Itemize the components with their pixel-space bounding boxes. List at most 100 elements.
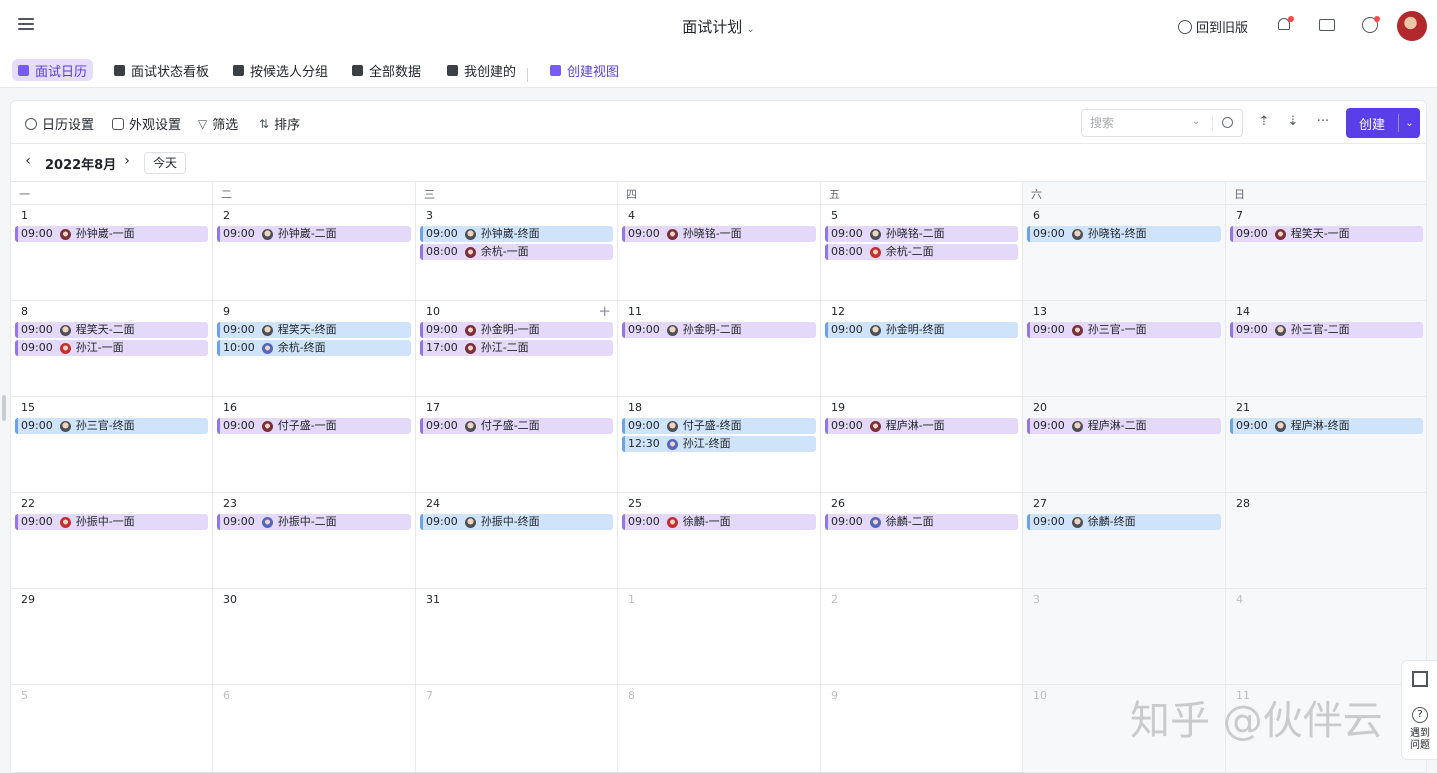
day-cell[interactable]: 5 — [11, 685, 213, 772]
day-cell[interactable]: 28 — [1226, 493, 1426, 589]
day-cell[interactable]: 6 — [213, 685, 416, 772]
day-cell[interactable]: 16 09:00 付子盛-一面 — [213, 397, 416, 493]
tab-status-board[interactable]: 面试状态看板 — [108, 59, 215, 81]
calendar-event[interactable]: 09:00 孙金明-终面 — [825, 322, 1018, 338]
day-cell[interactable]: 4 09:00 孙晓铭-一面 — [618, 205, 821, 301]
search-box[interactable]: ⌄ — [1081, 109, 1243, 137]
qr-code-icon[interactable] — [1412, 671, 1428, 687]
calendar-event[interactable]: 09:00 孙钟崴-终面 — [420, 226, 613, 242]
day-cell[interactable]: 17 09:00 付子盛-二面 — [416, 397, 618, 493]
day-cell[interactable]: 7 — [416, 685, 618, 772]
day-cell[interactable]: 19 09:00 程庐淋-一面 — [821, 397, 1023, 493]
calendar-event[interactable]: 10:00 余杭-终面 — [217, 340, 411, 356]
day-cell[interactable]: 8 — [618, 685, 821, 772]
calendar-event[interactable]: 09:00 程庐淋-二面 — [1027, 418, 1221, 434]
search-input[interactable] — [1090, 116, 1190, 130]
old-version-button[interactable]: 回到旧版 — [1178, 17, 1248, 36]
sort-button[interactable]: ⇅ 排序 — [259, 114, 300, 134]
day-cell[interactable]: 12 09:00 孙金明-终面 — [821, 301, 1023, 397]
day-cell[interactable]: 8 09:00 程笑天-二面 09:00 孙江-一面 — [11, 301, 213, 397]
user-avatar[interactable] — [1397, 11, 1427, 41]
day-cell[interactable]: 31 — [416, 589, 618, 685]
calendar-event[interactable]: 09:00 孙振中-一面 — [15, 514, 208, 530]
calendar-event[interactable]: 09:00 程庐淋-一面 — [825, 418, 1018, 434]
calendar-event[interactable]: 09:00 程笑天-终面 — [217, 322, 411, 338]
calendar-event[interactable]: 09:00 孙三官-一面 — [1027, 322, 1221, 338]
calendar-event[interactable]: 09:00 程笑天-一面 — [1230, 226, 1423, 242]
calendar-settings-button[interactable]: 日历设置 — [25, 114, 94, 133]
calendar-event[interactable]: 09:00 付子盛-终面 — [622, 418, 816, 434]
day-cell[interactable]: 2 09:00 孙钟崴-二面 — [213, 205, 416, 301]
day-cell[interactable]: 11 09:00 孙金明-二面 — [618, 301, 821, 397]
prev-month-icon[interactable]: ‹ — [20, 153, 36, 171]
search-icon[interactable] — [1222, 117, 1233, 128]
calendar-event[interactable]: 09:00 孙振中-二面 — [217, 514, 411, 530]
help-icon[interactable]: ? — [1412, 707, 1428, 723]
tab-by-candidate[interactable]: 按候选人分组 — [227, 59, 334, 81]
day-cell[interactable]: 20 09:00 程庐淋-二面 — [1023, 397, 1226, 493]
day-cell[interactable]: 29 — [11, 589, 213, 685]
calendar-event[interactable]: 08:00 余杭-一面 — [420, 244, 613, 260]
calendar-event[interactable]: 09:00 徐麟-一面 — [622, 514, 816, 530]
day-cell[interactable]: 24 09:00 孙振中-终面 — [416, 493, 618, 589]
calendar-event[interactable]: 09:00 孙晓铭-终面 — [1027, 226, 1221, 242]
calendar-event[interactable]: 17:00 孙江-二面 — [420, 340, 613, 356]
calendar-event[interactable]: 09:00 孙金明-二面 — [622, 322, 816, 338]
calendar-event[interactable]: 09:00 孙江-一面 — [15, 340, 208, 356]
calendar-event[interactable]: 09:00 孙金明-一面 — [420, 322, 613, 338]
day-cell[interactable]: 21 09:00 程庐淋-终面 — [1226, 397, 1426, 493]
calendar-event[interactable]: 09:00 孙晓铭-二面 — [825, 226, 1018, 242]
resize-handle[interactable] — [2, 395, 6, 421]
day-cell[interactable]: 9 — [821, 685, 1023, 772]
day-cell[interactable]: 3 — [1023, 589, 1226, 685]
day-cell[interactable]: 1 — [618, 589, 821, 685]
calendar-event[interactable]: 09:00 付子盛-二面 — [420, 418, 613, 434]
day-cell[interactable]: 6 09:00 孙晓铭-终面 — [1023, 205, 1226, 301]
day-cell[interactable]: 15 09:00 孙三官-终面 — [11, 397, 213, 493]
day-cell[interactable]: 3 09:00 孙钟崴-终面 08:00 余杭-一面 — [416, 205, 618, 301]
more-icon[interactable]: ··· — [1315, 114, 1331, 130]
create-button[interactable]: 创建 ⌄ — [1346, 108, 1420, 138]
day-cell[interactable]: 10 — [1023, 685, 1226, 772]
calendar-event[interactable]: 09:00 孙钟崴-二面 — [217, 226, 411, 242]
tab-interview-calendar[interactable]: 面试日历 — [12, 59, 94, 81]
day-cell[interactable]: 13 09:00 孙三官-一面 — [1023, 301, 1226, 397]
calendar-event[interactable]: 09:00 孙三官-终面 — [15, 418, 208, 434]
day-cell[interactable]: 26 09:00 徐麟-二面 — [821, 493, 1023, 589]
calendar-event[interactable]: 09:00 徐麟-二面 — [825, 514, 1018, 530]
tab-all-data[interactable]: 全部数据 — [346, 59, 427, 81]
chevron-down-icon[interactable]: ⌄ — [1399, 118, 1420, 129]
chevron-down-icon[interactable]: ⌄ — [1192, 116, 1200, 127]
day-cell[interactable]: 10 +09:00 孙金明-一面 17:00 孙江-二面 — [416, 301, 618, 397]
calendar-event[interactable]: 09:00 孙振中-终面 — [420, 514, 613, 530]
day-cell[interactable]: 7 09:00 程笑天-一面 — [1226, 205, 1426, 301]
calendar-event[interactable]: 12:30 孙江-终面 — [622, 436, 816, 452]
calendar-event[interactable]: 09:00 程笑天-二面 — [15, 322, 208, 338]
help-label[interactable]: 遇到问题 — [1406, 728, 1434, 752]
next-month-icon[interactable]: › — [119, 153, 135, 171]
inbox-icon[interactable] — [1318, 16, 1336, 34]
tab-create-view[interactable]: 创建视图 — [544, 59, 625, 81]
day-cell[interactable]: 22 09:00 孙振中-一面 — [11, 493, 213, 589]
calendar-event[interactable]: 09:00 徐麟-终面 — [1027, 514, 1221, 530]
day-cell[interactable]: 30 — [213, 589, 416, 685]
calendar-event[interactable]: 09:00 孙晓铭-一面 — [622, 226, 816, 242]
day-cell[interactable]: 11 — [1226, 685, 1426, 772]
day-cell[interactable]: 25 09:00 徐麟-一面 — [618, 493, 821, 589]
day-cell[interactable]: 23 09:00 孙振中-二面 — [213, 493, 416, 589]
appearance-button[interactable]: 外观设置 — [112, 114, 181, 133]
day-cell[interactable]: 2 — [821, 589, 1023, 685]
calendar-event[interactable]: 09:00 孙钟崴-一面 — [15, 226, 208, 242]
tab-created-by-me[interactable]: 我创建的 — [441, 59, 522, 81]
calendar-event[interactable]: 08:00 余杭-二面 — [825, 244, 1018, 260]
day-cell[interactable]: 5 09:00 孙晓铭-二面 08:00 余杭-二面 — [821, 205, 1023, 301]
compass-icon[interactable] — [1361, 16, 1380, 34]
day-cell[interactable]: 4 — [1226, 589, 1426, 685]
day-cell[interactable]: 18 09:00 付子盛-终面 12:30 孙江-终面 — [618, 397, 821, 493]
today-button[interactable]: 今天 — [144, 152, 186, 174]
calendar-event[interactable]: 09:00 孙三官-二面 — [1230, 322, 1423, 338]
day-cell[interactable]: 9 09:00 程笑天-终面 10:00 余杭-终面 — [213, 301, 416, 397]
calendar-event[interactable]: 09:00 程庐淋-终面 — [1230, 418, 1423, 434]
day-cell[interactable]: 27 09:00 徐麟-终面 — [1023, 493, 1226, 589]
calendar-event[interactable]: 09:00 付子盛-一面 — [217, 418, 411, 434]
